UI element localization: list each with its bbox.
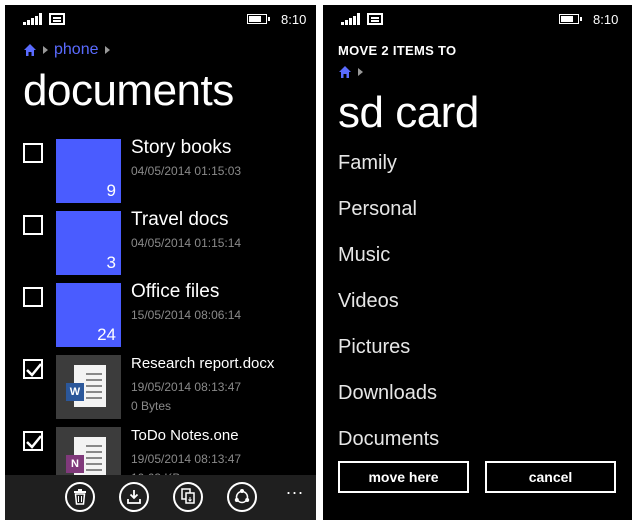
folder-item-pictures[interactable]: Pictures bbox=[338, 336, 410, 359]
folder-item-count: 9 bbox=[106, 181, 116, 200]
item-checkbox[interactable] bbox=[23, 215, 43, 235]
status-time: 8:10 bbox=[593, 12, 619, 27]
breadcrumb-separator-icon bbox=[104, 46, 110, 54]
save-button[interactable] bbox=[119, 482, 149, 512]
share-icon bbox=[234, 489, 250, 504]
folder-icon: 24 bbox=[56, 283, 121, 347]
folder-icon: 9 bbox=[56, 139, 121, 203]
item-name: Research report.docx bbox=[131, 355, 275, 372]
notification-icon bbox=[367, 13, 383, 25]
item-name: Story books bbox=[131, 137, 232, 158]
item-name: ToDo Notes.one bbox=[131, 427, 239, 444]
folder-item-personal[interactable]: Personal bbox=[338, 198, 417, 221]
item-name: Office files bbox=[131, 281, 220, 302]
status-time: 8:10 bbox=[281, 12, 307, 27]
folder-item-videos[interactable]: Videos bbox=[338, 290, 399, 313]
item-name: Travel docs bbox=[131, 209, 229, 230]
folder-item-documents[interactable]: Documents bbox=[338, 428, 439, 451]
checkmark-icon bbox=[26, 435, 42, 449]
move-header: MOVE 2 ITEMS TO bbox=[338, 43, 457, 58]
notification-icon bbox=[49, 13, 65, 25]
item-date: 15/05/2014 08:06:14 bbox=[131, 308, 242, 322]
home-icon[interactable] bbox=[338, 65, 352, 79]
folder-item-count: 24 bbox=[97, 325, 116, 344]
move-here-button[interactable]: move here bbox=[338, 461, 469, 493]
list-item[interactable]: W Research report.docx 19/05/2014 08:13:… bbox=[5, 355, 316, 423]
list-item[interactable]: 3 Travel docs 04/05/2014 01:15:14 bbox=[5, 209, 316, 279]
breadcrumb-separator-icon bbox=[358, 68, 363, 76]
delete-icon bbox=[74, 489, 86, 505]
signal-strength-icon bbox=[23, 13, 43, 25]
copy-button[interactable] bbox=[173, 482, 203, 512]
breadcrumb-phone[interactable]: phone bbox=[54, 41, 99, 59]
item-date: 19/05/2014 08:13:47 bbox=[131, 380, 242, 394]
more-options-icon[interactable]: ... bbox=[286, 479, 304, 497]
word-document-icon: W bbox=[56, 355, 121, 419]
folder-icon: 3 bbox=[56, 211, 121, 275]
breadcrumb bbox=[338, 65, 363, 79]
item-checkbox-checked[interactable] bbox=[23, 431, 43, 451]
status-bar: 8:10 bbox=[323, 5, 632, 33]
list-item[interactable]: 9 Story books 04/05/2014 01:15:03 bbox=[5, 137, 316, 207]
signal-strength-icon bbox=[341, 13, 361, 25]
app-bar: ... bbox=[5, 475, 316, 520]
battery-icon bbox=[247, 14, 270, 24]
battery-icon bbox=[559, 14, 582, 24]
item-checkbox[interactable] bbox=[23, 143, 43, 163]
folder-item-family[interactable]: Family bbox=[338, 152, 397, 175]
file-browser-screen: 8:10 phone documents 9 Story books 04/05… bbox=[5, 5, 316, 520]
item-date: 19/05/2014 08:13:47 bbox=[131, 452, 242, 466]
cancel-button[interactable]: cancel bbox=[485, 461, 616, 493]
item-size: 0 Bytes bbox=[131, 399, 172, 413]
folder-item-music[interactable]: Music bbox=[338, 244, 390, 267]
share-button[interactable] bbox=[227, 482, 257, 512]
page-title: sd card bbox=[338, 88, 479, 137]
item-date: 04/05/2014 01:15:03 bbox=[131, 164, 242, 178]
breadcrumb-separator-icon bbox=[43, 46, 48, 54]
onenote-badge: N bbox=[66, 455, 84, 473]
move-items-screen: 8:10 MOVE 2 ITEMS TO sd card Family Pers… bbox=[323, 5, 632, 520]
item-date: 04/05/2014 01:15:14 bbox=[131, 236, 242, 250]
checkmark-icon bbox=[26, 363, 42, 377]
folder-item-downloads[interactable]: Downloads bbox=[338, 382, 437, 405]
delete-button[interactable] bbox=[65, 482, 95, 512]
breadcrumb: phone bbox=[23, 39, 110, 61]
list-item[interactable]: 24 Office files 15/05/2014 08:06:14 bbox=[5, 281, 316, 351]
copy-icon bbox=[181, 488, 195, 504]
save-icon bbox=[127, 490, 141, 504]
item-checkbox[interactable] bbox=[23, 287, 43, 307]
word-badge: W bbox=[66, 383, 84, 401]
page-title: documents bbox=[23, 66, 234, 115]
status-bar: 8:10 bbox=[5, 5, 316, 33]
home-icon[interactable] bbox=[23, 43, 37, 57]
folder-item-count: 3 bbox=[106, 253, 116, 272]
item-checkbox-checked[interactable] bbox=[23, 359, 43, 379]
